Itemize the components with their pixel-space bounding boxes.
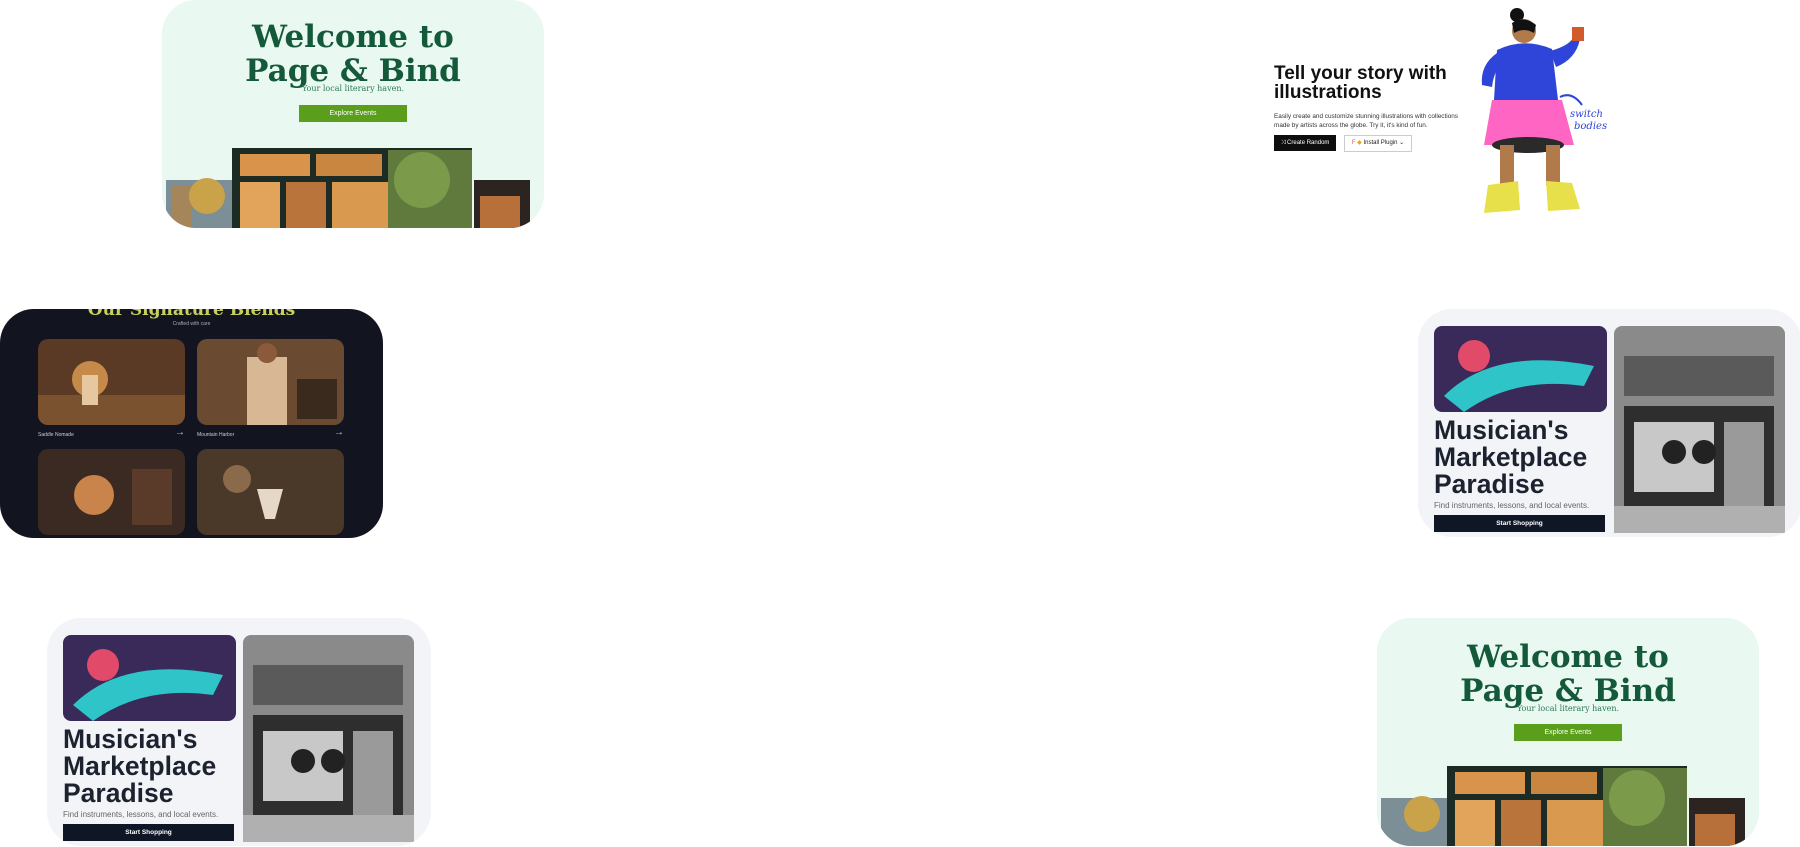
start-shopping-button[interactable]: Start Shopping [63,824,234,841]
page-bind-card-bottom: Welcome to Page & Bind Your local litera… [1377,618,1759,846]
install-plugin-button[interactable]: F ◆ Install Plugin ⌄ [1344,135,1412,152]
switch-bodies-annotation: switch [1570,109,1603,120]
guitar-photo [1434,326,1607,412]
illustrations-heading: Tell your story with illustrations [1274,63,1447,103]
page-bind-card-top: Welcome to Page & Bind Your local litera… [162,0,544,228]
heading-line-2: Marketplace [1434,442,1588,472]
storefront-photo [166,148,530,228]
create-random-label: Create Random [1287,140,1330,146]
musician-description: Find instruments, lessons, and local eve… [63,810,219,819]
guitar-photo [63,635,236,721]
chevron-down-icon: ⌄ [1399,140,1405,146]
coffee-photo-4 [197,449,344,535]
heading-line-2: Marketplace [63,751,217,781]
blends-title: Our Signature Blends [87,309,296,320]
music-store-photo [243,635,414,842]
start-shopping-button[interactable]: Start Shopping [1434,515,1605,532]
heading-line-1: Musician's [63,724,198,754]
install-plugin-label: Install Plugin [1363,140,1398,146]
illustrations-card: Tell your story with illustrations Easil… [1272,0,1620,228]
coffee-photo-2 [197,339,344,425]
illustrations-body: Easily create and customize stunning ill… [1274,113,1458,129]
coffee-photo-3 [38,449,185,535]
arrow-right-icon[interactable]: → [334,427,344,438]
coffee-photo-1 [38,339,185,425]
musician-heading: Musician's Marketplace Paradise [63,726,253,807]
music-store-photo [1614,326,1785,533]
musician-heading: Musician's Marketplace Paradise [1434,417,1624,498]
svg-text:bodies: bodies [1574,121,1607,132]
heading-line-3: Paradise [1434,469,1545,499]
musician-card-left: Musician's Marketplace Paradise Find ins… [47,618,431,846]
heading-line-1: Musician's [1434,415,1569,445]
storefront-photo [1381,766,1745,846]
heading-line-3: Paradise [63,778,174,808]
blends-subtitle: Crafted with care [172,321,211,327]
character-illustration: switch bodies [1481,8,1607,213]
blend-caption-1: Saddle Nomade [38,432,74,438]
musician-description: Find instruments, lessons, and local eve… [1434,501,1590,510]
musician-card-right: Musician's Marketplace Paradise Find ins… [1418,309,1800,537]
coffee-blends-card: Our Signature Blends Crafted with care S… [0,309,383,538]
arrow-right-icon[interactable]: → [175,427,185,438]
create-random-button[interactable]: ⤨ Create Random [1274,135,1336,151]
blend-caption-2: Mountain Harbor [197,432,235,438]
